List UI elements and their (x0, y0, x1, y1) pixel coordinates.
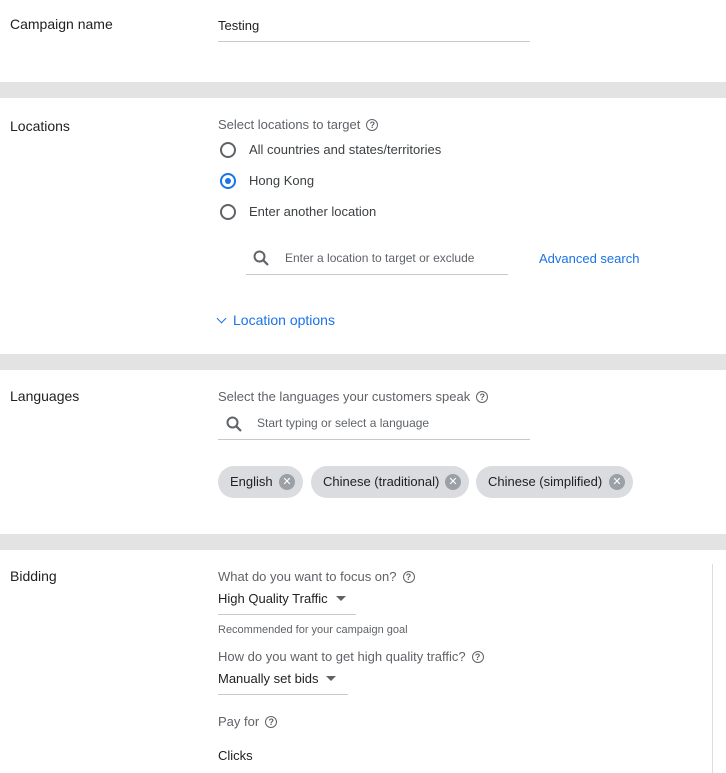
help-icon[interactable]: ? (265, 716, 278, 728)
pay-for-label: Pay for? (218, 713, 278, 729)
traffic-dropdown-value: Manually set bids (218, 671, 319, 686)
search-icon (253, 250, 269, 266)
help-icon[interactable]: ? (476, 391, 489, 403)
focus-dropdown[interactable]: High Quality Traffic (218, 591, 346, 606)
radio-hong-kong-label[interactable]: Hong Kong (249, 173, 314, 188)
campaign-name-label: Campaign name (10, 16, 113, 32)
languages-card: Languages Select the languages your cust… (0, 370, 726, 534)
radio-all-countries-label[interactable]: All countries and states/territories (249, 142, 441, 157)
languages-prompt: Select the languages your customers spea… (218, 388, 489, 404)
focus-prompt-text: What do you want to focus on? (218, 569, 397, 584)
bidding-label: Bidding (10, 568, 57, 584)
radio-another-location-label[interactable]: Enter another location (249, 204, 376, 219)
divider (0, 82, 726, 98)
radio-all-countries[interactable] (220, 142, 236, 158)
campaign-name-underline (218, 41, 530, 42)
help-icon[interactable]: ? (366, 119, 379, 131)
traffic-dropdown[interactable]: Manually set bids (218, 671, 337, 686)
languages-label: Languages (10, 388, 80, 404)
pay-for-value: Clicks (218, 748, 253, 763)
language-chip[interactable]: Chinese (simplified) ✕ (476, 466, 633, 498)
focus-dropdown-underline (218, 614, 356, 615)
traffic-prompt: How do you want to get high quality traf… (218, 648, 484, 664)
location-search-input[interactable]: Enter a location to target or exclude (285, 251, 474, 265)
location-options-toggle[interactable]: Location options (216, 312, 335, 328)
help-icon[interactable]: ? (402, 571, 415, 583)
chevron-down-icon (216, 313, 227, 324)
language-search-input[interactable]: Start typing or select a language (257, 416, 429, 430)
language-chip[interactable]: Chinese (traditional) ✕ (311, 466, 469, 498)
advanced-search-link[interactable]: Advanced search (539, 251, 639, 266)
recommended-note: Recommended for your campaign goal (218, 624, 408, 636)
radio-hong-kong[interactable] (220, 173, 236, 189)
language-chip[interactable]: English ✕ (218, 466, 303, 498)
remove-icon[interactable]: ✕ (609, 474, 625, 490)
language-search-underline (218, 439, 530, 440)
remove-icon[interactable]: ✕ (279, 474, 295, 490)
divider (0, 534, 726, 550)
bidding-card: Bidding What do you want to focus on?? H… (0, 550, 726, 773)
dropdown-arrow-icon (335, 596, 346, 601)
campaign-name-card: Campaign name Testing (0, 0, 726, 82)
help-icon[interactable]: ? (471, 651, 484, 663)
divider (0, 354, 726, 370)
location-search-underline (246, 274, 508, 275)
search-icon (226, 416, 242, 432)
dropdown-arrow-icon (326, 676, 337, 681)
locations-prompt-text: Select locations to target (218, 117, 361, 132)
locations-prompt: Select locations to target? (218, 116, 379, 132)
language-chip-label: Chinese (simplified) (488, 474, 603, 489)
bidding-panel-border (712, 564, 713, 773)
focus-prompt: What do you want to focus on?? (218, 568, 415, 584)
remove-icon[interactable]: ✕ (445, 474, 461, 490)
languages-prompt-text: Select the languages your customers spea… (218, 389, 471, 404)
locations-card: Locations Select locations to target? Al… (0, 98, 726, 354)
traffic-prompt-text: How do you want to get high quality traf… (218, 649, 466, 664)
pay-for-label-text: Pay for (218, 714, 260, 729)
location-options-label: Location options (233, 312, 335, 328)
language-chip-label: Chinese (traditional) (323, 474, 440, 489)
radio-another-location[interactable] (220, 204, 236, 220)
locations-label: Locations (10, 118, 70, 134)
traffic-dropdown-underline (218, 694, 348, 695)
language-chip-label: English (230, 474, 273, 489)
campaign-name-input[interactable]: Testing (218, 18, 259, 33)
focus-dropdown-value: High Quality Traffic (218, 591, 328, 606)
